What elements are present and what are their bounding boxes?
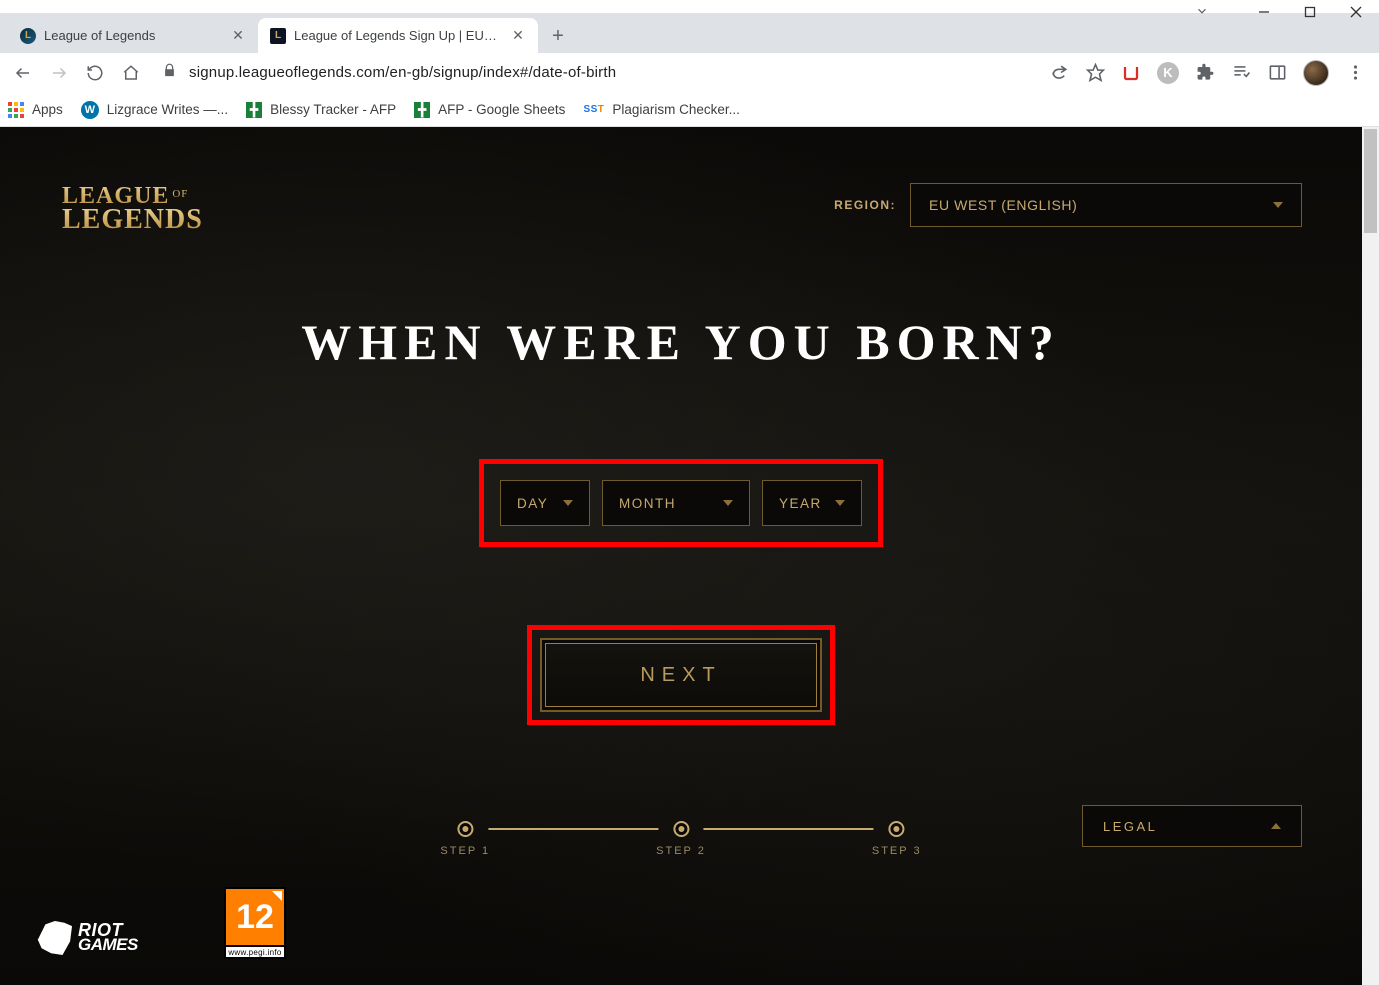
page-heading: WHEN WERE YOU BORN? bbox=[301, 313, 1060, 371]
step-3: STEP 3 bbox=[872, 821, 922, 857]
step-dot-icon bbox=[457, 821, 473, 837]
lock-icon[interactable] bbox=[162, 63, 177, 82]
bookmark-label: Lizgrace Writes —... bbox=[107, 102, 228, 117]
dob-year-label: YEAR bbox=[779, 496, 822, 511]
home-button[interactable] bbox=[116, 58, 146, 88]
step-line bbox=[704, 828, 874, 830]
window-maximize-button[interactable] bbox=[1287, 0, 1333, 29]
next-highlight-box: NEXT bbox=[527, 625, 835, 725]
window-minimize-button[interactable] bbox=[1241, 0, 1287, 29]
tab-signup[interactable]: L League of Legends Sign Up | EU W ✕ bbox=[258, 18, 538, 53]
sst-icon: SST bbox=[583, 104, 604, 115]
new-tab-button[interactable]: + bbox=[544, 22, 572, 50]
scrollbar-track[interactable] bbox=[1362, 127, 1379, 985]
riot-games-logo[interactable]: RIOT GAMES bbox=[34, 921, 138, 955]
pegi-rating[interactable]: 12 www.pegi.info bbox=[224, 887, 286, 959]
pegi-url: www.pegi.info bbox=[224, 945, 286, 959]
lol-logo[interactable]: LEAGUEOF LEGENDS bbox=[62, 185, 203, 233]
tab-close-icon[interactable]: ✕ bbox=[510, 28, 526, 44]
side-panel-icon[interactable] bbox=[1267, 63, 1287, 83]
window-close-button[interactable] bbox=[1333, 0, 1379, 29]
chevron-up-icon bbox=[1271, 823, 1281, 829]
step-2: STEP 2 bbox=[656, 821, 706, 857]
sheets-icon: ╋ bbox=[246, 102, 262, 118]
browser-toolbar: signup.leagueoflegends.com/en-gb/signup/… bbox=[0, 53, 1379, 93]
reload-button[interactable] bbox=[80, 58, 110, 88]
sheets-icon: ╋ bbox=[414, 102, 430, 118]
lol-favicon-icon: L bbox=[270, 28, 286, 44]
chevron-down-icon bbox=[563, 500, 573, 506]
next-button-label: NEXT bbox=[640, 664, 721, 687]
back-button[interactable] bbox=[8, 58, 38, 88]
pegi-number: 12 bbox=[224, 887, 286, 945]
lol-favicon-icon: L bbox=[20, 28, 36, 44]
star-icon[interactable] bbox=[1085, 63, 1105, 83]
profile-avatar[interactable] bbox=[1303, 60, 1329, 86]
tab-close-icon[interactable]: ✕ bbox=[230, 28, 246, 44]
step-line bbox=[488, 828, 658, 830]
dob-day-label: DAY bbox=[517, 496, 548, 511]
logo-of: OF bbox=[172, 188, 188, 200]
extensions-puzzle-icon[interactable] bbox=[1195, 63, 1215, 83]
address-url: signup.leagueoflegends.com/en-gb/signup/… bbox=[189, 64, 1033, 81]
apps-grid-icon bbox=[8, 102, 24, 118]
riot-text-line2: GAMES bbox=[78, 938, 138, 952]
step-indicator: STEP 1 STEP 2 STEP 3 bbox=[440, 821, 921, 857]
chevron-down-icon bbox=[723, 500, 733, 506]
wordpress-icon: W bbox=[81, 101, 99, 119]
step-label: STEP 1 bbox=[440, 845, 490, 857]
step-dot-icon bbox=[673, 821, 689, 837]
step-dot-icon bbox=[889, 821, 905, 837]
step-label: STEP 3 bbox=[872, 845, 922, 857]
kebab-menu-icon[interactable] bbox=[1345, 63, 1365, 83]
tabstrip-caret-icon[interactable] bbox=[1195, 4, 1209, 23]
next-button[interactable]: NEXT bbox=[540, 638, 822, 712]
tab-title: League of Legends bbox=[44, 28, 218, 43]
bookmarks-bar: Apps W Lizgrace Writes —... ╋ Blessy Tra… bbox=[0, 93, 1379, 127]
page-body: LEAGUEOF LEGENDS REGION: EU WEST (ENGLIS… bbox=[0, 127, 1362, 985]
bookmark-afp[interactable]: ╋ AFP - Google Sheets bbox=[414, 102, 565, 118]
scrollbar-thumb[interactable] bbox=[1364, 129, 1377, 233]
dob-year-select[interactable]: YEAR bbox=[762, 480, 862, 526]
bookmark-apps[interactable]: Apps bbox=[8, 102, 63, 118]
dob-day-select[interactable]: DAY bbox=[500, 480, 590, 526]
bookmark-plagiarism[interactable]: SST Plagiarism Checker... bbox=[583, 102, 740, 117]
region-value: EU WEST (ENGLISH) bbox=[929, 197, 1077, 213]
bookmark-label: Plagiarism Checker... bbox=[612, 102, 740, 117]
region-select[interactable]: EU WEST (ENGLISH) bbox=[910, 183, 1302, 227]
tab-strip: L League of Legends ✕ L League of Legend… bbox=[0, 13, 1379, 53]
dob-highlight-box: DAY MONTH YEAR bbox=[479, 459, 883, 547]
legal-dropdown[interactable]: LEGAL bbox=[1082, 805, 1302, 847]
chevron-down-icon bbox=[835, 500, 845, 506]
dob-month-label: MONTH bbox=[619, 496, 676, 511]
extension-mcafee-icon[interactable] bbox=[1121, 63, 1141, 83]
region-label: REGION: bbox=[834, 198, 896, 212]
step-label: STEP 2 bbox=[656, 845, 706, 857]
bookmark-label: Blessy Tracker - AFP bbox=[270, 102, 396, 117]
logo-line2: LEGENDS bbox=[62, 207, 203, 233]
tab-title: League of Legends Sign Up | EU W bbox=[294, 28, 498, 43]
window-titlebar bbox=[0, 0, 1379, 13]
bookmark-lizgrace[interactable]: W Lizgrace Writes —... bbox=[81, 101, 228, 119]
address-bar[interactable]: signup.leagueoflegends.com/en-gb/signup/… bbox=[152, 58, 1043, 88]
bookmark-label: Apps bbox=[32, 102, 63, 117]
reading-list-icon[interactable] bbox=[1231, 63, 1251, 83]
viewport: LEAGUEOF LEGENDS REGION: EU WEST (ENGLIS… bbox=[0, 127, 1379, 985]
step-1: STEP 1 bbox=[440, 821, 490, 857]
share-icon[interactable] bbox=[1049, 63, 1069, 83]
bookmark-label: AFP - Google Sheets bbox=[438, 102, 565, 117]
legal-label: LEGAL bbox=[1103, 819, 1157, 834]
chevron-down-icon bbox=[1273, 202, 1283, 208]
riot-fist-icon bbox=[34, 921, 72, 955]
forward-button[interactable] bbox=[44, 58, 74, 88]
tab-lol[interactable]: L League of Legends ✕ bbox=[8, 18, 258, 53]
dob-month-select[interactable]: MONTH bbox=[602, 480, 750, 526]
bookmark-blessy[interactable]: ╋ Blessy Tracker - AFP bbox=[246, 102, 396, 118]
extension-k-icon[interactable]: K bbox=[1157, 62, 1179, 84]
